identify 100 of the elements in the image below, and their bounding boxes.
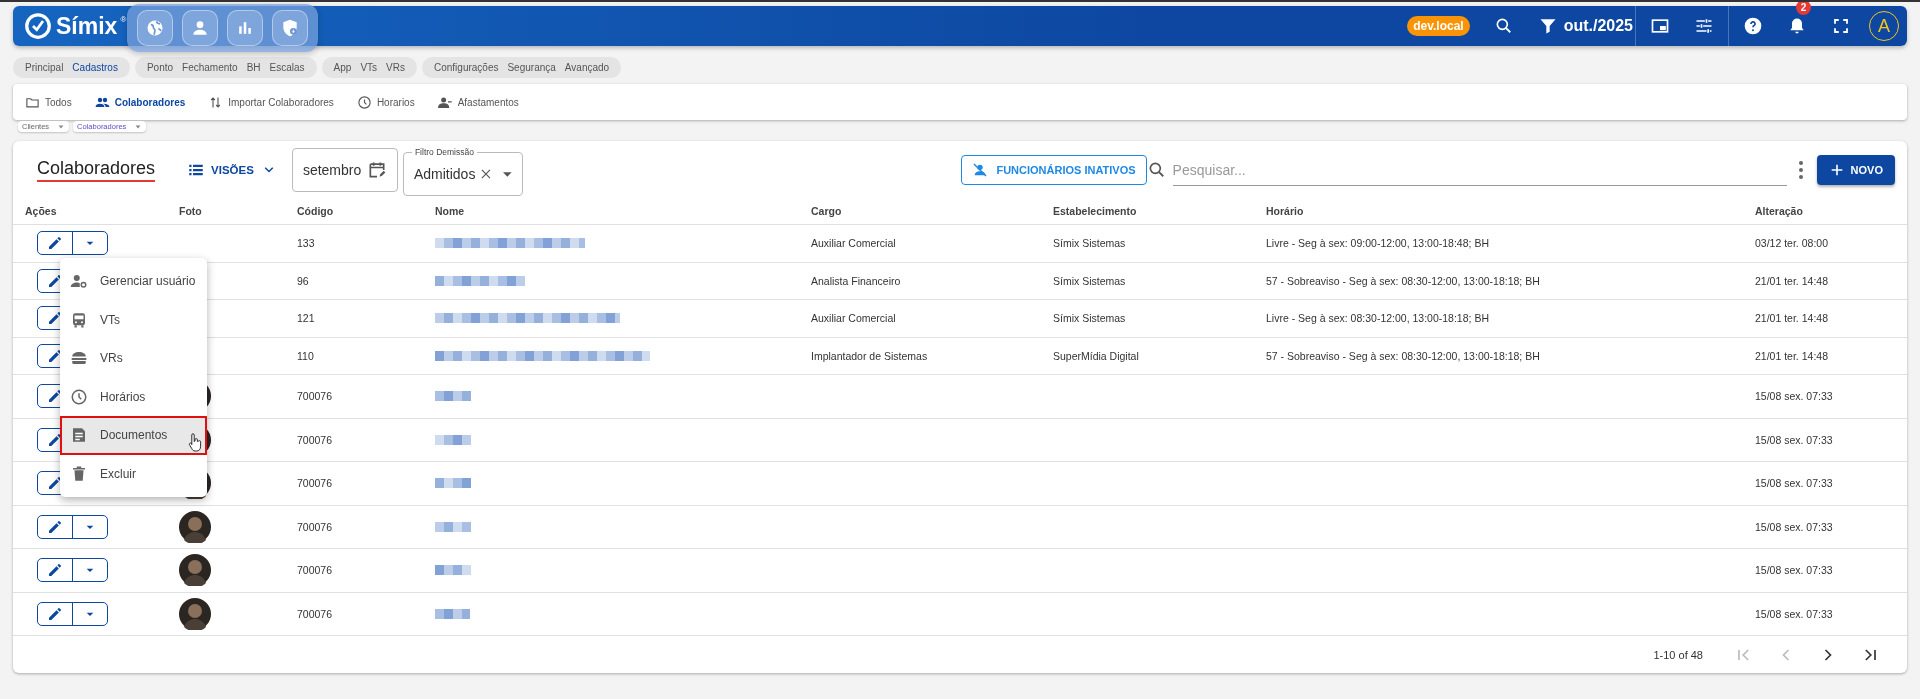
person-button[interactable] [182, 10, 218, 46]
trash-icon [70, 464, 88, 483]
nav-link[interactable]: App [333, 62, 352, 73]
pencil-icon[interactable] [47, 605, 63, 622]
pencil-icon[interactable] [47, 388, 63, 405]
table-cell: 03/12 ter. 08:00 [1755, 237, 1828, 250]
blurred-name [435, 565, 473, 576]
field-label: Filtro Demissão [411, 146, 477, 158]
views-button[interactable]: VISÕES [181, 160, 284, 180]
table-cell: 21/01 ter. 14:48 [1755, 349, 1828, 362]
table-cell: 15/08 sex. 07:33 [1755, 433, 1833, 446]
nav-link[interactable]: BH [246, 62, 261, 73]
tab[interactable]: Horarios [356, 94, 415, 110]
nav-link[interactable]: VRs [386, 62, 405, 73]
table-cell: 133 [297, 237, 315, 250]
bar-chart-button[interactable] [227, 10, 263, 46]
nav-link[interactable]: Avançado [564, 62, 610, 73]
tab[interactable]: Importar Colaboradores [208, 94, 334, 110]
menu-item[interactable]: VTs [60, 300, 207, 339]
more-icon [1798, 161, 1803, 179]
pencil-icon[interactable] [47, 310, 63, 327]
menu-item[interactable]: Documentos [60, 416, 207, 455]
user-gear-icon [70, 272, 88, 291]
column-header: Código [297, 205, 334, 217]
table-cell: Implantador de Sistemas [811, 349, 928, 362]
column-header: Ações [25, 205, 57, 217]
table-cell: 21/01 ter. 14:48 [1755, 312, 1828, 325]
environment-badge: dev.local [1407, 16, 1470, 36]
row-actions-button[interactable] [37, 231, 108, 256]
table-cell: 700076 [297, 477, 333, 490]
tab[interactable]: Afastamentos [437, 94, 519, 110]
table-cell: 15/08 sex. 07:33 [1755, 477, 1833, 490]
column-header: Cargo [811, 205, 842, 217]
table-cell: 700076 [297, 607, 333, 620]
registered-mark: ® [120, 15, 127, 24]
table-cell: 15/08 sex. 07:33 [1755, 607, 1833, 620]
person-off-icon [972, 162, 989, 178]
table-cell: Analista Financeiro [811, 274, 901, 287]
table-cell: 110 [297, 349, 314, 362]
period-label[interactable]: out./2025 [1563, 17, 1633, 35]
table-cell: 121 [297, 312, 315, 325]
column-header: Estabelecimento [1053, 205, 1137, 217]
clock-icon [70, 387, 88, 406]
menu-item[interactable]: Gerenciar usuário [60, 262, 207, 301]
row-actions-button[interactable] [37, 558, 108, 583]
clock-icon [356, 94, 372, 110]
table-cell: 57 - Sobreaviso - Seg à sex: 08:30-12:00, 13:00-18:18; BH [1266, 349, 1540, 362]
nav-link[interactable]: Segurança [507, 62, 556, 73]
help-icon [1743, 16, 1763, 36]
logo-text: Símix [56, 12, 118, 40]
check-clock-logo-icon [23, 11, 53, 41]
shield-button[interactable] [272, 10, 308, 46]
table-cell: Auxiliar Comercial [811, 237, 896, 250]
table-cell: 21/01 ter. 14:48 [1755, 274, 1828, 287]
pencil-icon[interactable] [47, 235, 63, 252]
table-cell: 15/08 sex. 07:33 [1755, 390, 1833, 403]
pencil-icon[interactable] [47, 431, 63, 448]
date-field[interactable]: setembro [291, 148, 398, 192]
globe-button[interactable] [137, 10, 173, 46]
nav-link[interactable]: Ponto [146, 62, 174, 73]
person-icon [190, 18, 210, 38]
nav-link[interactable]: Principal [25, 62, 64, 73]
menu-item[interactable]: VRs [60, 339, 207, 378]
table-cell: SuperMídia Digital [1053, 349, 1139, 362]
new-button[interactable]: NOVO [1816, 155, 1895, 185]
table-cell: 700076 [297, 390, 333, 403]
shield-icon [280, 18, 300, 38]
pencil-icon[interactable] [47, 562, 63, 579]
blurred-name [435, 608, 470, 619]
pencil-icon[interactable] [47, 272, 63, 289]
tab[interactable]: Colaboradores [94, 94, 186, 110]
bus-icon [70, 310, 88, 329]
nav-link[interactable]: Configurações [433, 62, 499, 73]
globe-icon [145, 18, 165, 38]
fullscreen-icon [1832, 17, 1850, 35]
nav-link[interactable]: VTs [360, 62, 378, 73]
caret-icon [503, 171, 512, 177]
table-cell: Símix Sistemas [1053, 312, 1126, 325]
row-actions-button[interactable] [37, 601, 108, 626]
pencil-icon[interactable] [47, 347, 63, 364]
menu-item[interactable]: Horários [60, 377, 207, 416]
pencil-icon[interactable] [47, 475, 63, 492]
hand-cursor-icon [187, 432, 203, 453]
tab[interactable]: Todos [25, 94, 72, 110]
table-cell: Auxiliar Comercial [811, 312, 896, 325]
nav-link[interactable]: Escalas [269, 62, 305, 73]
table-cell: Símix Sistemas [1053, 274, 1126, 287]
pencil-icon[interactable] [47, 518, 63, 535]
table-cell: Símix Sistemas [1053, 237, 1126, 250]
notification-count-badge: 2 [1796, 2, 1811, 15]
nav-link[interactable]: Fechamento [182, 62, 238, 73]
nav-link[interactable]: Cadastros [72, 62, 118, 73]
table-cell: 700076 [297, 564, 333, 577]
column-header: Alteração [1755, 205, 1803, 217]
table-cell: 700076 [297, 433, 333, 446]
row-actions-button[interactable] [37, 514, 108, 539]
sliders-icon [1694, 16, 1714, 36]
document-icon [70, 426, 88, 445]
table-cell: 57 - Sobreaviso - Seg à sex: 08:30-12:00, 13:00-18:18; BH [1266, 274, 1540, 287]
caret-icon [134, 122, 143, 131]
